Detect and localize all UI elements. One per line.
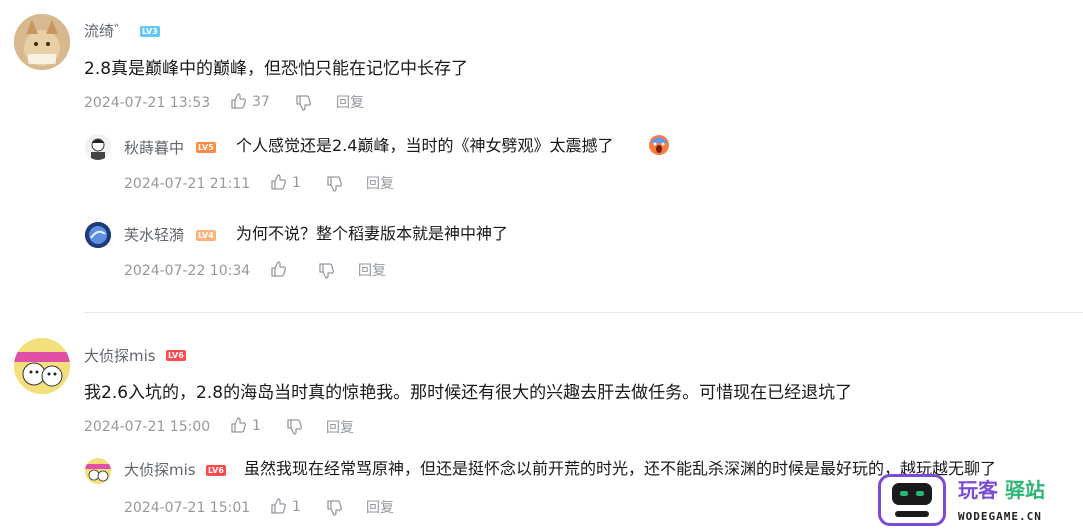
level-badge: LV6 — [166, 350, 186, 361]
like-icon[interactable] — [230, 93, 246, 109]
level-badge: LV3 — [140, 26, 160, 37]
comment-divider — [84, 312, 1083, 313]
watermark-domain: WODEGAME.CN — [958, 510, 1042, 523]
avatar[interactable] — [14, 338, 70, 394]
avatar[interactable] — [14, 14, 70, 70]
like-icon[interactable] — [270, 498, 286, 514]
reply-button[interactable]: 回复 — [366, 499, 394, 517]
watermark-logo — [878, 474, 946, 526]
comment-text: 我2.6入坑的，2.8的海岛当时真的惊艳我。那时候还有很大的兴趣去肝去做任务。可… — [84, 383, 853, 403]
reply-button[interactable]: 回复 — [366, 175, 394, 193]
comment-time: 2024-07-21 13:53 — [84, 95, 211, 111]
like-icon[interactable] — [230, 417, 246, 433]
avatar[interactable] — [85, 134, 111, 160]
reply-text: 为何不说？整个稻妻版本就是神中神了 — [236, 224, 509, 243]
level-badge: LV4 — [196, 230, 216, 241]
like-count: 1 — [292, 499, 301, 515]
dislike-icon[interactable] — [326, 500, 342, 516]
username[interactable]: 大侦探mis — [124, 460, 196, 480]
username[interactable]: 秋蒔暮中 — [124, 138, 184, 158]
watermark-name-part2: 驿站 — [1004, 478, 1045, 502]
username[interactable]: 芙水轻漪 — [124, 225, 184, 245]
reply-button[interactable]: 回复 — [336, 94, 364, 112]
emoji-shocked-icon — [648, 134, 670, 160]
reply-button[interactable]: 回复 — [358, 262, 386, 280]
like-icon[interactable] — [270, 174, 286, 190]
avatar[interactable] — [85, 222, 111, 248]
like-count: 1 — [252, 418, 261, 434]
reply-time: 2024-07-22 10:34 — [124, 263, 251, 279]
username[interactable]: 流绮゛ — [84, 21, 129, 41]
dislike-icon[interactable] — [295, 95, 311, 111]
reply-button[interactable]: 回复 — [326, 419, 354, 437]
dislike-icon[interactable] — [326, 176, 342, 192]
comment-time: 2024-07-21 15:00 — [84, 419, 211, 435]
dislike-icon[interactable] — [318, 263, 334, 279]
like-count: 37 — [252, 94, 270, 110]
like-count: 1 — [292, 175, 301, 191]
reply-time: 2024-07-21 21:11 — [124, 176, 251, 192]
level-badge: LV6 — [206, 465, 226, 476]
reply-time: 2024-07-21 15:01 — [124, 500, 251, 516]
like-icon[interactable] — [270, 261, 286, 277]
dislike-icon[interactable] — [286, 419, 302, 435]
level-badge: LV5 — [196, 142, 216, 153]
reply-text: 个人感觉还是2.4巅峰，当时的《神女劈观》太震撼了 — [236, 136, 614, 155]
username[interactable]: 大侦探mis — [84, 346, 156, 366]
comment-text: 2.8真是巅峰中的巅峰，但恐怕只能在记忆中长存了 — [84, 59, 469, 79]
watermark-name: 玩客 驿站 — [958, 478, 1045, 502]
watermark-name-part1: 玩客 — [958, 478, 998, 502]
avatar[interactable] — [85, 458, 111, 484]
